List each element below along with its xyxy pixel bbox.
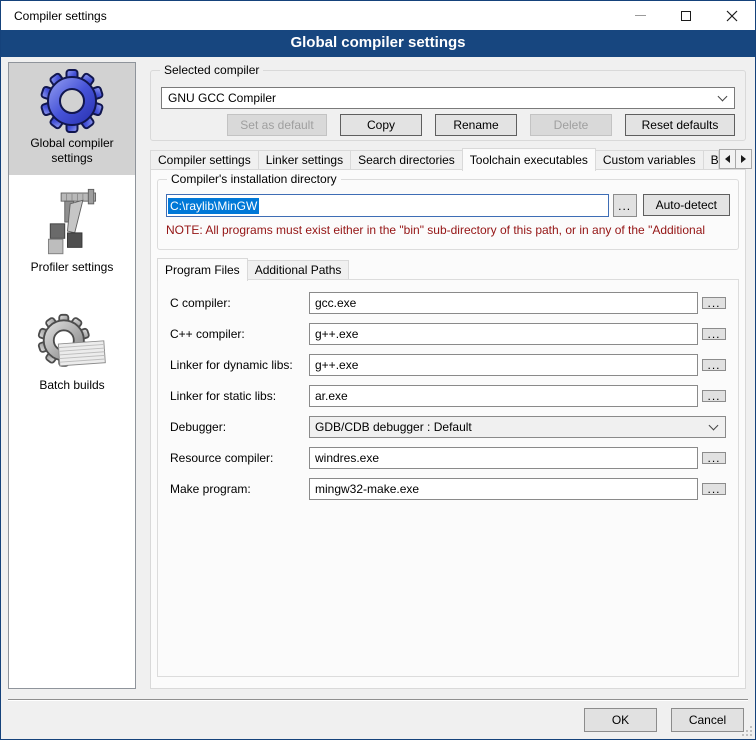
subtab-additional-paths[interactable]: Additional Paths [247, 260, 350, 280]
field-row-resource-compiler: Resource compiler: ... [170, 447, 726, 469]
sidebar-item-label: Global compiler settings [29, 136, 115, 166]
settings-tab-bar: Compiler settings Linker settings Search… [150, 147, 745, 170]
compiler-buttons-row: Set as default Copy Rename Delete Reset … [161, 114, 735, 136]
arrow-right-icon [741, 155, 746, 163]
rename-button[interactable]: Rename [435, 114, 517, 136]
sidebar-item-label: Profiler settings [31, 260, 114, 275]
c-compiler-browse-button[interactable]: ... [702, 297, 726, 309]
tab-compiler-settings[interactable]: Compiler settings [150, 150, 259, 170]
settings-category-list: Global compiler settings Profiler settin… [8, 62, 136, 689]
installation-directory-value: C:\raylib\MinGW [168, 198, 259, 214]
field-row-dynamic-linker: Linker for dynamic libs: ... [170, 354, 726, 376]
resource-compiler-label: Resource compiler: [170, 451, 309, 465]
resource-compiler-input[interactable] [309, 447, 698, 469]
cpp-compiler-browse-button[interactable]: ... [702, 328, 726, 340]
caliper-icon [43, 187, 101, 257]
c-compiler-label: C compiler: [170, 296, 309, 310]
selected-compiler-dropdown[interactable]: GNU GCC Compiler [161, 87, 735, 109]
debugger-value: GDB/CDB debugger : Default [315, 420, 710, 434]
static-linker-input[interactable] [309, 385, 698, 407]
field-row-c-compiler: C compiler: ... [170, 292, 726, 314]
ok-button[interactable]: OK [584, 708, 657, 732]
close-button[interactable] [709, 1, 755, 30]
subtab-program-files[interactable]: Program Files [157, 258, 248, 281]
tab-linker-settings[interactable]: Linker settings [258, 150, 351, 170]
sidebar-item-profiler-settings[interactable]: Profiler settings [9, 175, 135, 283]
make-program-browse-button[interactable]: ... [702, 483, 726, 495]
tab-scroll-left-button[interactable] [719, 149, 736, 169]
program-subtab-bar: Program Files Additional Paths [157, 257, 737, 280]
tab-custom-variables[interactable]: Custom variables [595, 150, 704, 170]
window-controls [617, 1, 755, 30]
copy-button[interactable]: Copy [340, 114, 422, 136]
c-compiler-input[interactable] [309, 292, 698, 314]
reset-defaults-button[interactable]: Reset defaults [625, 114, 735, 136]
field-row-static-linker: Linker for static libs: ... [170, 385, 726, 407]
sidebar-item-label: Batch builds [39, 378, 104, 393]
installation-directory-group: Compiler's installation directory C:\ray… [157, 179, 739, 250]
cancel-button[interactable]: Cancel [671, 708, 744, 732]
installation-directory-input[interactable]: C:\raylib\MinGW [166, 194, 609, 217]
bin-subdirectory-note: NOTE: All programs must exist either in … [166, 223, 744, 237]
make-program-input[interactable] [309, 478, 698, 500]
cpp-compiler-label: C++ compiler: [170, 327, 309, 341]
dynamic-linker-input[interactable] [309, 354, 698, 376]
selected-compiler-group: Selected compiler GNU GCC Compiler Set a… [150, 70, 746, 141]
selected-compiler-value: GNU GCC Compiler [168, 91, 719, 105]
footer-divider [8, 699, 748, 701]
resource-compiler-browse-button[interactable]: ... [702, 452, 726, 464]
tab-build-options[interactable]: Build [703, 150, 719, 170]
debugger-label: Debugger: [170, 420, 309, 434]
gray-gear-stack-icon [36, 313, 108, 375]
dialog-banner-title: Global compiler settings [1, 30, 755, 57]
tab-scroll-buttons [719, 149, 751, 169]
tab-search-directories[interactable]: Search directories [350, 150, 463, 170]
compiler-settings-dialog: Compiler settings Global compiler settin… [0, 0, 756, 740]
tab-toolchain-executables[interactable]: Toolchain executables [462, 148, 596, 171]
static-linker-browse-button[interactable]: ... [702, 390, 726, 402]
close-icon [726, 10, 738, 22]
dynamic-linker-browse-button[interactable]: ... [702, 359, 726, 371]
maximize-button[interactable] [663, 1, 709, 30]
chevron-down-icon [709, 420, 719, 430]
installation-directory-row: C:\raylib\MinGW ... Auto-detect [166, 194, 730, 217]
cpp-compiler-input[interactable] [309, 323, 698, 345]
debugger-dropdown[interactable]: GDB/CDB debugger : Default [309, 416, 726, 438]
resize-grip[interactable] [741, 725, 753, 737]
toolchain-executables-page: Compiler's installation directory C:\ray… [150, 169, 746, 689]
static-linker-label: Linker for static libs: [170, 389, 309, 403]
title-bar[interactable]: Compiler settings [1, 1, 755, 30]
minimize-icon [635, 15, 646, 16]
window-title: Compiler settings [1, 9, 107, 23]
auto-detect-button[interactable]: Auto-detect [643, 194, 730, 216]
program-files-page: C compiler: ... C++ compiler: ... Linker… [157, 279, 739, 677]
set-as-default-button[interactable]: Set as default [227, 114, 327, 136]
chevron-down-icon [718, 91, 728, 101]
installation-directory-label: Compiler's installation directory [167, 172, 341, 186]
field-row-debugger: Debugger: GDB/CDB debugger : Default [170, 416, 726, 438]
installation-directory-browse-button[interactable]: ... [613, 194, 637, 217]
selected-compiler-group-label: Selected compiler [160, 63, 263, 77]
sidebar-item-global-compiler-settings[interactable]: Global compiler settings [9, 63, 135, 175]
delete-button[interactable]: Delete [530, 114, 612, 136]
minimize-button[interactable] [617, 1, 663, 30]
dynamic-linker-label: Linker for dynamic libs: [170, 358, 309, 372]
tab-scroll-right-button[interactable] [735, 149, 752, 169]
make-program-label: Make program: [170, 482, 309, 496]
sidebar-item-batch-builds[interactable]: Batch builds [9, 283, 135, 401]
field-row-make-program: Make program: ... [170, 478, 726, 500]
arrow-left-icon [725, 155, 730, 163]
maximize-icon [681, 11, 691, 21]
field-row-cpp-compiler: C++ compiler: ... [170, 323, 726, 345]
blue-gear-icon [40, 69, 104, 133]
